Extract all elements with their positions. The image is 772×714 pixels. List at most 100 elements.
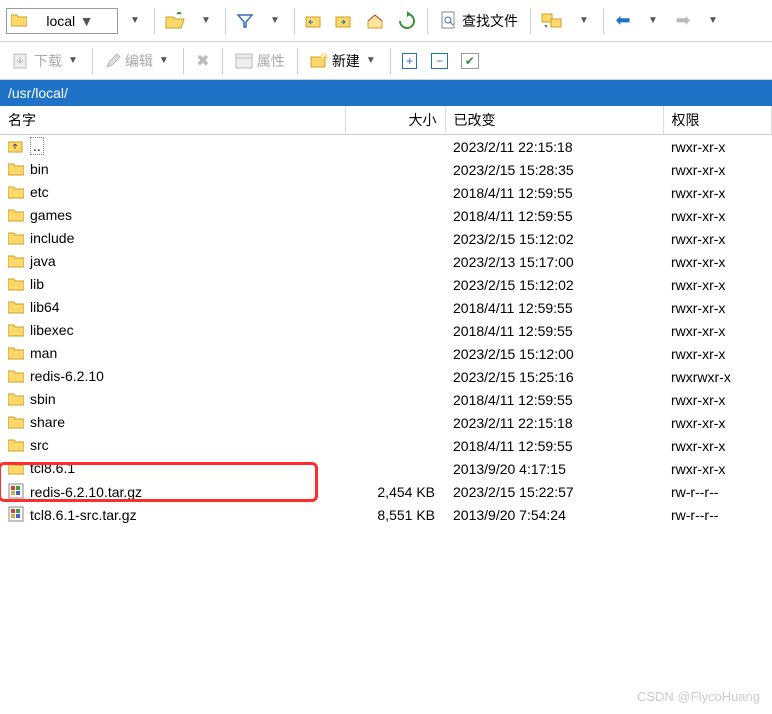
- minus-button[interactable]: −: [427, 48, 453, 74]
- file-size: [345, 273, 445, 296]
- file-perm: rwxr-xr-x: [663, 388, 772, 411]
- table-row[interactable]: lib2023/2/15 15:12:02rwxr-xr-x: [0, 273, 772, 296]
- file-name: share: [30, 414, 65, 430]
- table-row[interactable]: sbin 2018/4/11 12:59:55rwxr-xr-x: [0, 388, 772, 411]
- file-name: man: [30, 345, 57, 361]
- back-arrow-dropdown[interactable]: ▼: [640, 8, 666, 34]
- file-changed: 2023/2/13 15:17:00: [445, 250, 663, 273]
- file-changed: 2023/2/15 15:25:16: [445, 365, 663, 388]
- chevron-down-icon: ▼: [78, 13, 113, 29]
- file-perm: rwxr-xr-x: [663, 342, 772, 365]
- filter-button[interactable]: [232, 8, 258, 34]
- props-icon: [235, 53, 253, 69]
- find-label: 查找文件: [462, 11, 518, 31]
- new-folder-icon: ✦: [310, 53, 328, 69]
- new-button[interactable]: ✦ 新建▼: [304, 48, 384, 74]
- open-dropdown[interactable]: ▼: [193, 8, 219, 34]
- filter-dropdown[interactable]: ▼: [262, 8, 288, 34]
- file-changed: 2018/4/11 12:59:55: [445, 319, 663, 342]
- nav-back-button[interactable]: [301, 8, 327, 34]
- plus-button[interactable]: +: [397, 48, 423, 74]
- table-row[interactable]: src2018/4/11 12:59:55rwxr-xr-x: [0, 434, 772, 457]
- edit-icon: [105, 53, 121, 69]
- file-perm: rwxrwxr-x: [663, 365, 772, 388]
- refresh-button[interactable]: [393, 8, 421, 34]
- table-row[interactable]: etc2018/4/11 12:59:55rwxr-xr-x: [0, 181, 772, 204]
- checkbox-button[interactable]: ✔: [457, 48, 483, 74]
- file-changed: 2018/4/11 12:59:55: [445, 296, 663, 319]
- file-size: [345, 181, 445, 204]
- check-icon: ✔: [461, 53, 479, 69]
- table-row[interactable]: redis-6.2.102023/2/15 15:25:16rwxrwxr-x: [0, 365, 772, 388]
- file-changed: 2018/4/11 12:59:55: [445, 204, 663, 227]
- archive-icon: [8, 483, 26, 499]
- file-name: etc: [30, 184, 49, 200]
- location-combo[interactable]: local ▼: [6, 8, 118, 34]
- col-perm-header[interactable]: 权限: [663, 106, 772, 135]
- table-row[interactable]: bin2023/2/15 15:28:35rwxr-xr-x: [0, 158, 772, 181]
- file-name: ..: [30, 137, 44, 155]
- file-size: [345, 388, 445, 411]
- table-row[interactable]: include2023/2/15 15:12:02rwxr-xr-x: [0, 227, 772, 250]
- file-perm: rw-r--r--: [663, 480, 772, 503]
- forward-arrow-button[interactable]: ➡: [670, 8, 696, 34]
- cancel-button[interactable]: ✖: [190, 48, 216, 74]
- file-perm: rwxr-xr-x: [663, 250, 772, 273]
- file-name: java: [30, 253, 56, 269]
- col-changed-header[interactable]: 已改变: [445, 106, 663, 135]
- table-row[interactable]: ..2023/2/11 22:15:18rwxr-xr-x: [0, 135, 772, 159]
- folder-icon: [8, 346, 26, 362]
- file-name: src: [30, 437, 49, 453]
- file-changed: 2013/9/20 7:54:24: [445, 503, 663, 526]
- file-name: lib64: [30, 299, 60, 315]
- file-size: [345, 457, 445, 480]
- main-toolbar: local ▼ ▼ ▼ ▼ 查找文件 ▼ ⬅ ▼ ➡ ▼: [0, 0, 772, 42]
- forward-arrow-dropdown[interactable]: ▼: [700, 8, 726, 34]
- file-name: tcl8.6.1: [30, 460, 75, 476]
- home-button[interactable]: [361, 8, 389, 34]
- filter-icon: [236, 12, 254, 30]
- table-row[interactable]: tcl8.6.12013/9/20 4:17:15rwxr-xr-x: [0, 457, 772, 480]
- back-arrow-button[interactable]: ⬅: [610, 8, 636, 34]
- sync-dropdown[interactable]: ▼: [571, 8, 597, 34]
- file-changed: 2018/4/11 12:59:55: [445, 181, 663, 204]
- file-changed: 2023/2/15 15:12:02: [445, 227, 663, 250]
- file-size: [345, 319, 445, 342]
- file-size: [345, 365, 445, 388]
- file-size: [345, 135, 445, 159]
- table-row[interactable]: tcl8.6.1-src.tar.gz8,551 KB2013/9/20 7:5…: [0, 503, 772, 526]
- file-perm: rwxr-xr-x: [663, 227, 772, 250]
- home-icon: [365, 12, 385, 30]
- download-button[interactable]: 下载▼: [6, 48, 86, 74]
- file-perm: rwxr-xr-x: [663, 457, 772, 480]
- col-name-header[interactable]: 名字: [0, 106, 345, 135]
- path-bar[interactable]: /usr/local/: [0, 80, 772, 106]
- table-row[interactable]: games2018/4/11 12:59:55rwxr-xr-x: [0, 204, 772, 227]
- edit-button[interactable]: 编辑▼: [99, 48, 177, 74]
- properties-button[interactable]: 属性: [229, 48, 291, 74]
- table-row[interactable]: libexec2018/4/11 12:59:55rwxr-xr-x: [0, 319, 772, 342]
- table-row[interactable]: share2023/2/11 22:15:18rwxr-xr-x: [0, 411, 772, 434]
- table-row[interactable]: redis-6.2.10.tar.gz2,454 KB2023/2/15 15:…: [0, 480, 772, 503]
- open-folder-button[interactable]: [161, 8, 189, 34]
- history-dropdown[interactable]: ▼: [122, 8, 148, 34]
- file-changed: 2018/4/11 12:59:55: [445, 434, 663, 457]
- folder-icon: [8, 323, 26, 339]
- table-row[interactable]: java 2023/2/13 15:17:00rwxr-xr-x: [0, 250, 772, 273]
- file-changed: 2018/4/11 12:59:55: [445, 388, 663, 411]
- file-table: 名字 大小 已改变 权限 ..2023/2/11 22:15:18rwxr-xr…: [0, 106, 772, 526]
- folder-icon: [8, 162, 26, 178]
- file-name: sbin: [30, 391, 56, 407]
- sync-button[interactable]: [537, 8, 567, 34]
- folder-icon: [8, 185, 26, 201]
- nav-forward-button[interactable]: [331, 8, 357, 34]
- col-size-header[interactable]: 大小: [345, 106, 445, 135]
- table-row[interactable]: man2023/2/15 15:12:00rwxr-xr-x: [0, 342, 772, 365]
- location-text: local: [46, 13, 77, 29]
- arrow-right-icon: ➡: [675, 10, 690, 31]
- table-row[interactable]: lib642018/4/11 12:59:55rwxr-xr-x: [0, 296, 772, 319]
- file-perm: rw-r--r--: [663, 503, 772, 526]
- up-folder-icon: [8, 139, 26, 155]
- find-files-button[interactable]: 查找文件: [434, 8, 524, 34]
- watermark: CSDN @FlycoHuang: [637, 689, 760, 704]
